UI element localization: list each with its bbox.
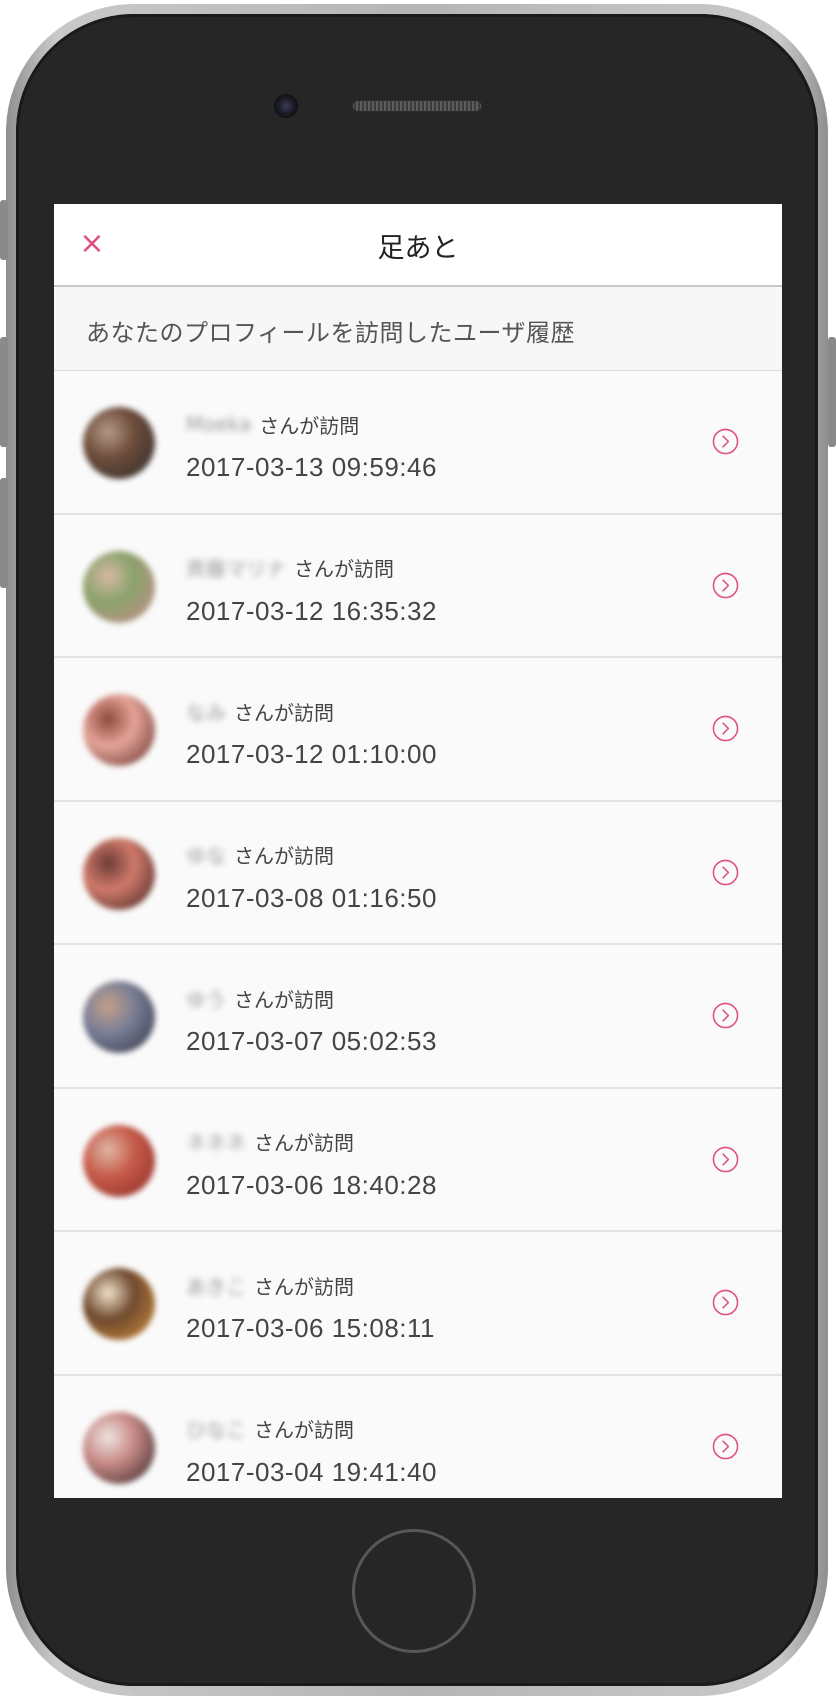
visitor-name: あきこ — [186, 1274, 246, 1299]
visit-timestamp: 2017-03-07 05:02:53 — [186, 1026, 437, 1056]
avatar — [83, 837, 155, 910]
visit-timestamp: 2017-03-06 18:40:28 — [186, 1169, 437, 1200]
section-header: あなたのプロフィールを訪問したユーザ履歴 — [54, 287, 782, 371]
visit-timestamp: 2017-03-06 15:08:11 — [186, 1313, 435, 1343]
visited-label: さんが訪問 — [259, 413, 360, 438]
visit-timestamp: 2017-03-12 01:10:00 — [186, 739, 437, 769]
visitor-name: Moeka — [186, 412, 252, 436]
visitor-line: ひなこ さんが訪問 — [186, 1414, 354, 1444]
visit-timestamp: 2017-03-13 09:59:46 — [186, 452, 437, 482]
visitor-name: ネネネ — [186, 1131, 246, 1155]
chevron-right-icon[interactable] — [712, 715, 739, 742]
list-item[interactable]: なみ さんが訪問 2017-03-12 01:10:00 — [54, 658, 782, 802]
list-item[interactable]: Moeka さんが訪問 2017-03-13 09:59:46 — [54, 371, 782, 515]
app-screen: × 足あと あなたのプロフィールを訪問したユーザ履歴 Moeka さんが訪問 201… — [54, 204, 782, 1498]
volume-up-button — [0, 337, 8, 447]
avatar — [83, 550, 155, 623]
visited-label: さんが訪問 — [254, 1131, 354, 1155]
visitor-name: ひなこ — [186, 1418, 246, 1442]
volume-down-button — [0, 478, 8, 588]
list-item[interactable]: 斉藤マリナ さんが訪問 2017-03-12 16:35:32 — [54, 514, 782, 658]
chevron-right-icon[interactable] — [712, 859, 739, 886]
home-button[interactable] — [352, 1529, 476, 1653]
list-item[interactable]: あきこ さんが訪問 2017-03-06 15:08:11 — [54, 1232, 782, 1376]
chevron-right-icon[interactable] — [712, 428, 739, 455]
avatar — [83, 1411, 155, 1484]
list-item[interactable]: ゆな さんが訪問 2017-03-08 01:16:50 — [54, 801, 782, 945]
visitor-line: ゆな さんが訪問 — [186, 840, 334, 870]
visitor-name: 斉藤マリナ — [186, 557, 286, 581]
chevron-right-icon[interactable] — [712, 1433, 739, 1460]
earpiece-speaker — [352, 100, 482, 112]
page-title: 足あと — [377, 233, 459, 264]
mute-switch — [0, 200, 8, 260]
visit-timestamp: 2017-03-04 19:41:40 — [186, 1456, 437, 1487]
visited-label: さんが訪問 — [234, 700, 334, 725]
visitor-line: Moeka さんが訪問 — [186, 409, 359, 439]
avatar — [83, 1268, 155, 1340]
visitor-line: なみ さんが訪問 — [186, 696, 334, 726]
navigation-bar: × 足あと — [54, 204, 782, 287]
visitor-line: ゆう さんが訪問 — [186, 983, 334, 1013]
list-item[interactable]: ネネネ さんが訪問 2017-03-06 18:40:28 — [54, 1088, 782, 1232]
avatar — [83, 694, 155, 766]
visit-timestamp: 2017-03-08 01:16:50 — [186, 882, 437, 913]
visited-label: さんが訪問 — [254, 1274, 354, 1299]
chevron-right-icon[interactable] — [712, 572, 739, 599]
chevron-right-icon[interactable] — [712, 1146, 739, 1173]
visitor-name: ゆな — [186, 844, 226, 868]
visitor-name: なみ — [186, 700, 226, 725]
list-item[interactable]: ひなこ さんが訪問 2017-03-04 19:41:40 — [54, 1375, 782, 1498]
chevron-right-icon[interactable] — [712, 1002, 739, 1029]
visited-label: さんが訪問 — [254, 1418, 354, 1442]
power-button — [828, 337, 836, 447]
visitor-line: 斉藤マリナ さんが訪問 — [186, 553, 394, 583]
visitor-line: あきこ さんが訪問 — [186, 1270, 354, 1300]
visit-timestamp: 2017-03-12 16:35:32 — [186, 595, 437, 626]
avatar — [83, 1124, 155, 1197]
front-camera — [276, 96, 296, 116]
avatar — [83, 407, 155, 479]
visited-label: さんが訪問 — [294, 557, 394, 581]
visited-label: さんが訪問 — [234, 987, 334, 1012]
visitor-line: ネネネ さんが訪問 — [186, 1127, 354, 1157]
visitor-list: Moeka さんが訪問 2017-03-13 09:59:46 斉藤マリナ さんが訪問 2… — [54, 371, 782, 1498]
visited-label: さんが訪問 — [234, 844, 334, 868]
avatar — [83, 981, 155, 1053]
list-item[interactable]: ゆう さんが訪問 2017-03-07 05:02:53 — [54, 945, 782, 1089]
section-header-text: あなたのプロフィールを訪問したユーザ履歴 — [86, 319, 576, 347]
chevron-right-icon[interactable] — [712, 1289, 739, 1316]
visitor-name: ゆう — [186, 987, 226, 1012]
